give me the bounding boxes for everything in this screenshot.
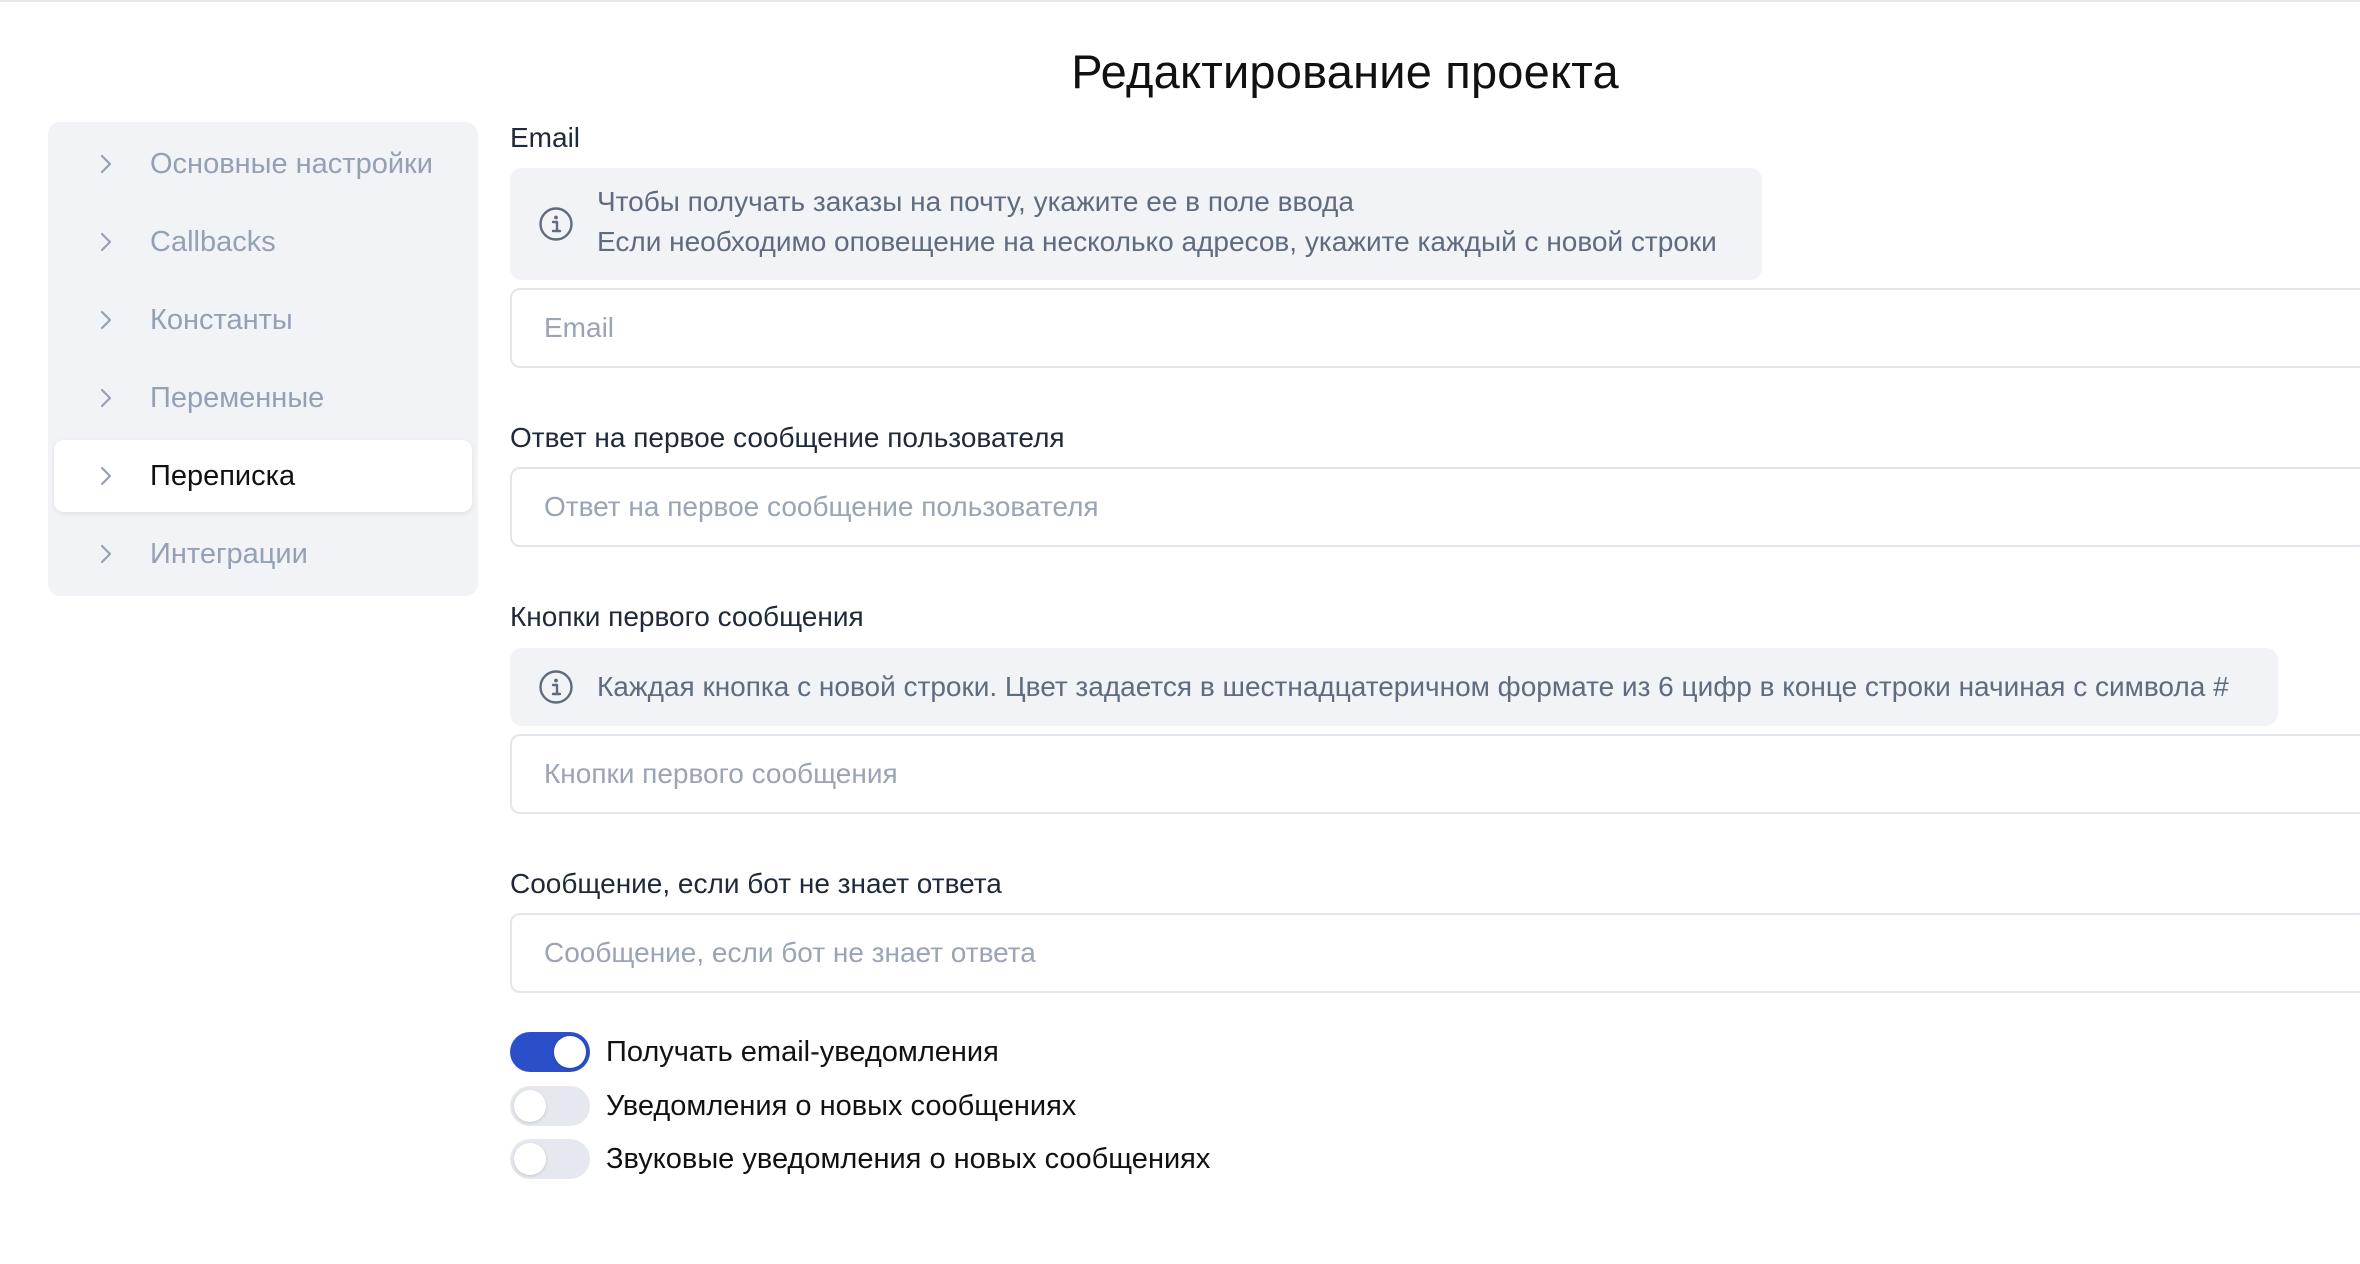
sidebar-item-integrations[interactable]: Интеграции bbox=[54, 518, 472, 590]
first-buttons-input[interactable] bbox=[510, 734, 2360, 814]
sidebar-item-main-settings[interactable]: Основные настройки bbox=[54, 128, 472, 200]
new-message-notifications-label: Уведомления о новых сообщениях bbox=[606, 1089, 1077, 1122]
email-input[interactable] bbox=[510, 288, 2360, 368]
chevron-right-icon bbox=[100, 388, 112, 408]
toggle-knob bbox=[514, 1143, 546, 1175]
first-reply-label: Ответ на первое сообщение пользователя bbox=[510, 422, 1065, 453]
sound-notifications-label: Звуковые уведомления о новых сообщениях bbox=[606, 1142, 1211, 1175]
chevron-right-icon bbox=[100, 232, 112, 252]
toggle-row-email-notifications: Получать email-уведомления bbox=[510, 1032, 999, 1072]
email-info-line-2: Если необходимо оповещение на несколько … bbox=[597, 226, 1717, 257]
sidebar-item-callbacks[interactable]: Callbacks bbox=[54, 206, 472, 278]
chevron-right-icon bbox=[100, 310, 112, 330]
sidebar-item-label: Основные настройки bbox=[150, 147, 433, 180]
info-circle-icon bbox=[539, 207, 573, 241]
email-notifications-toggle[interactable] bbox=[510, 1032, 590, 1072]
first-buttons-info-box: Каждая кнопка с новой строки. Цвет задае… bbox=[510, 648, 2278, 726]
sidebar-item-correspondence[interactable]: Переписка bbox=[54, 440, 472, 512]
sidebar-item-label: Интеграции bbox=[150, 537, 308, 570]
toggle-row-sound-notifications: Звуковые уведомления о новых сообщениях bbox=[510, 1139, 1210, 1179]
unknown-reply-label: Сообщение, если бот не знает ответа bbox=[510, 868, 1002, 899]
sidebar-nav: Основные настройки Callbacks Константы П… bbox=[48, 122, 478, 596]
main-form: Email Чтобы получать заказы на почту, ук… bbox=[510, 0, 2360, 1264]
toggle-row-new-message-notifications: Уведомления о новых сообщениях bbox=[510, 1086, 1076, 1126]
chevron-right-icon bbox=[100, 154, 112, 174]
unknown-reply-input[interactable] bbox=[510, 913, 2360, 993]
toggle-knob bbox=[514, 1090, 546, 1122]
email-notifications-label: Получать email-уведомления bbox=[606, 1035, 999, 1068]
sidebar-item-variables[interactable]: Переменные bbox=[54, 362, 472, 434]
new-message-notifications-toggle[interactable] bbox=[510, 1086, 590, 1126]
email-label: Email bbox=[510, 122, 581, 153]
email-info-box: Чтобы получать заказы на почту, укажите … bbox=[510, 168, 1762, 280]
sidebar-item-constants[interactable]: Константы bbox=[54, 284, 472, 356]
info-circle-icon bbox=[539, 670, 573, 704]
first-buttons-info-text: Каждая кнопка с новой строки. Цвет задае… bbox=[597, 671, 2229, 702]
first-reply-input[interactable] bbox=[510, 467, 2360, 547]
chevron-right-icon bbox=[100, 544, 112, 564]
sound-notifications-toggle[interactable] bbox=[510, 1139, 590, 1179]
sidebar-item-label: Callbacks bbox=[150, 225, 276, 258]
sidebar-item-label: Переменные bbox=[150, 381, 325, 414]
sidebar-item-label: Переписка bbox=[150, 459, 296, 492]
email-info-line-1: Чтобы получать заказы на почту, укажите … bbox=[597, 186, 1354, 217]
sidebar-item-label: Константы bbox=[150, 303, 293, 336]
chevron-right-icon bbox=[100, 466, 112, 486]
toggle-knob bbox=[554, 1036, 586, 1068]
first-buttons-label: Кнопки первого сообщения bbox=[510, 601, 864, 632]
